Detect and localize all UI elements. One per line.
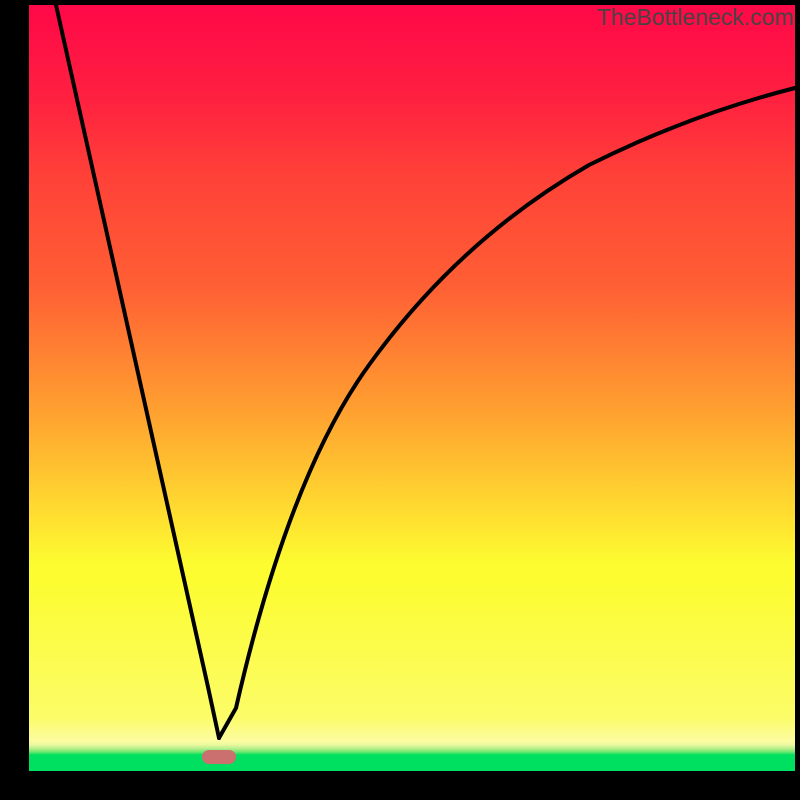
curve-right-ascent (219, 88, 795, 738)
watermark-text: TheBottleneck.com (597, 4, 794, 31)
bottleneck-curve (29, 5, 795, 771)
min-marker (202, 750, 236, 764)
plot-area (29, 5, 795, 771)
chart-frame: TheBottleneck.com (0, 0, 800, 800)
curve-left-descent (56, 5, 219, 738)
